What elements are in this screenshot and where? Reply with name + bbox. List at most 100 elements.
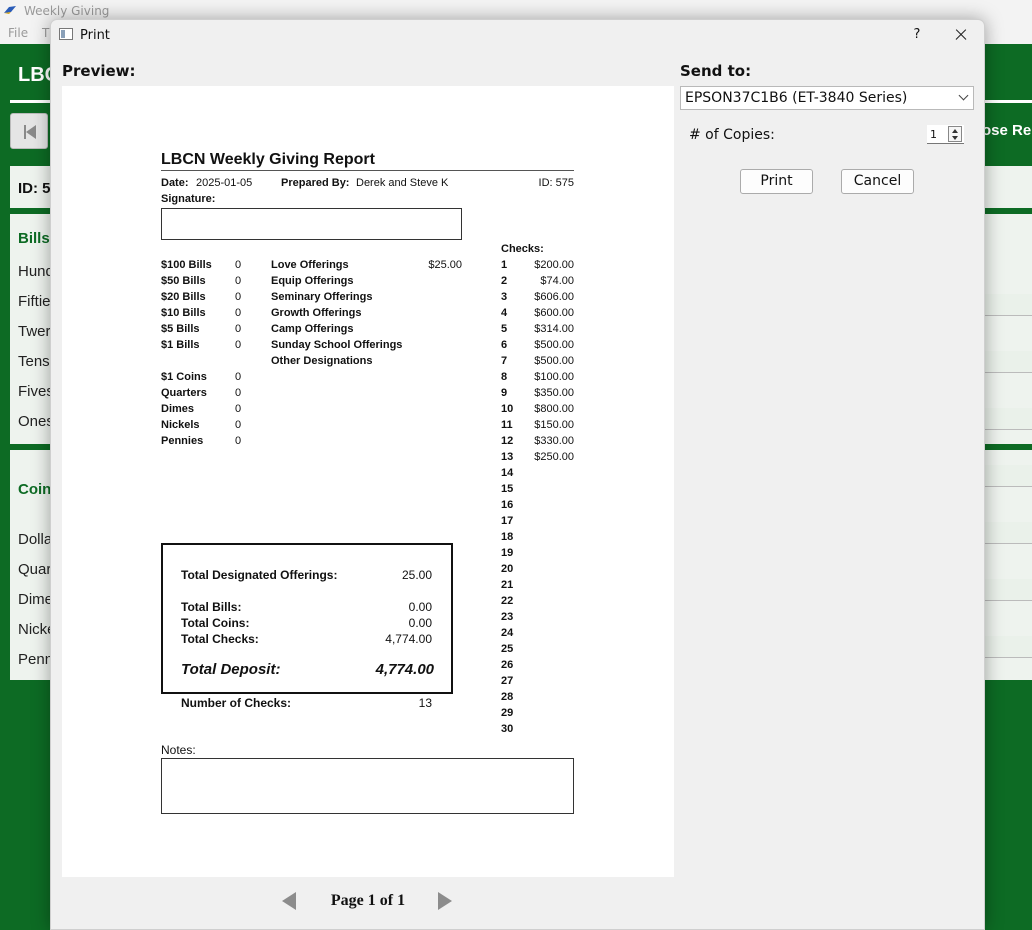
check-number: 5 (501, 323, 508, 335)
report-id: ID: 575 (538, 177, 574, 189)
check-amount: $314.00 (534, 323, 574, 335)
check-amount: $250.00 (534, 451, 574, 463)
date-label: Date: (161, 177, 189, 189)
check-number: 12 (501, 435, 514, 447)
printer-select[interactable]: EPSON37C1B6 (ET-3840 Series) (680, 86, 974, 110)
total-bills-label: Total Bills: (181, 600, 242, 614)
offering-label: Seminary Offerings (271, 291, 373, 303)
app-input-field[interactable] (984, 408, 1032, 430)
check-number: 29 (501, 707, 514, 719)
cancel-button[interactable]: Cancel (841, 169, 914, 194)
check-number: 11 (501, 419, 513, 431)
coin-row-label: Dime (18, 591, 54, 608)
coin-label: Dimes (161, 403, 195, 415)
page-indicator: Page 1 of 1 (330, 892, 406, 909)
chevron-down-icon (958, 90, 969, 101)
check-number: 16 (501, 499, 514, 511)
check-number: 25 (501, 643, 514, 655)
check-number: 26 (501, 659, 514, 671)
coin-value: 0 (235, 371, 242, 383)
signature-label: Signature: (161, 193, 216, 205)
spin-down-icon[interactable] (952, 136, 958, 140)
offering-label: Love Offerings (271, 259, 349, 271)
bill-row-label: Twer (18, 323, 51, 340)
app-input-field[interactable] (984, 465, 1032, 487)
check-number: 21 (501, 579, 514, 591)
prepared-by-value: Derek and Steve K (356, 177, 449, 189)
check-amount: $350.00 (534, 387, 574, 399)
bill-value: 0 (235, 339, 242, 351)
date-value: 2025-01-05 (196, 177, 253, 189)
bill-row-label: Ones (18, 413, 54, 430)
dialog-title: Print (80, 28, 110, 43)
check-number: 4 (501, 307, 508, 319)
close-report-button[interactable]: ose Re (982, 122, 1031, 139)
bill-label: $1 Bills (161, 339, 200, 351)
app-input-field[interactable] (984, 579, 1032, 601)
total-bills-value: 0.00 (408, 600, 432, 614)
app-input-field[interactable] (984, 522, 1032, 544)
total-checks-value: 4,774.00 (385, 632, 432, 646)
check-number: 14 (501, 467, 514, 479)
menu-file[interactable]: File (8, 26, 28, 40)
previous-page-icon[interactable] (282, 892, 296, 910)
checks-label: Checks: (501, 243, 544, 255)
check-number: 18 (501, 531, 514, 543)
help-button[interactable]: ? (907, 26, 927, 46)
check-amount: $74.00 (540, 275, 574, 287)
bill-value: 0 (235, 291, 242, 303)
app-input-field[interactable] (984, 636, 1032, 658)
bill-label: $5 Bills (161, 323, 200, 335)
title-divider (161, 170, 574, 171)
app-input-field[interactable] (984, 351, 1032, 373)
check-number: 23 (501, 611, 514, 623)
check-amount: $330.00 (534, 435, 574, 447)
printer-window-icon (59, 28, 73, 40)
copies-spinner[interactable] (948, 126, 962, 142)
total-coins-label: Total Coins: (181, 616, 250, 630)
copies-label: # of Copies: (689, 127, 775, 143)
preview-label: Preview: (62, 62, 136, 80)
first-record-button[interactable] (10, 113, 48, 149)
check-amount: $100.00 (534, 371, 574, 383)
offering-label: Other Designations (271, 355, 373, 367)
check-amount: $150.00 (534, 419, 574, 431)
coin-row-label: Quar (18, 561, 52, 578)
print-dialog: Print ? Preview: LBCN Weekly Giving Repo… (50, 19, 985, 930)
check-number: 22 (501, 595, 514, 607)
coin-value: 0 (235, 419, 242, 431)
bill-row-label: Fiftie (18, 293, 51, 310)
check-amount: $600.00 (534, 307, 574, 319)
close-icon[interactable] (949, 24, 973, 46)
total-designated-value: 25.00 (401, 568, 432, 582)
record-id-label: ID: 5 (18, 180, 51, 197)
offering-value: $25.00 (428, 259, 462, 271)
offering-label: Sunday School Offerings (271, 339, 403, 351)
check-number: 17 (501, 515, 514, 527)
check-number: 3 (501, 291, 508, 303)
app-input-field[interactable] (984, 294, 1032, 316)
prepared-by-label: Prepared By: (281, 177, 350, 189)
bill-label: $10 Bills (161, 307, 206, 319)
check-amount: $800.00 (534, 403, 574, 415)
bill-row-label: Fives (18, 383, 54, 400)
bill-value: 0 (235, 323, 242, 335)
print-button[interactable]: Print (740, 169, 813, 194)
send-to-label: Send to: (680, 62, 752, 80)
check-number: 15 (501, 483, 514, 495)
bill-value: 0 (235, 275, 242, 287)
bill-row-label: Hund (18, 263, 54, 280)
offering-label: Equip Offerings (271, 275, 354, 287)
signature-box (161, 208, 462, 240)
check-number: 6 (501, 339, 508, 351)
spin-up-icon[interactable] (952, 129, 958, 133)
next-page-icon[interactable] (438, 892, 452, 910)
bill-value: 0 (235, 259, 242, 271)
coin-value: 0 (235, 435, 242, 447)
app-title: Weekly Giving (24, 4, 110, 18)
coin-label: $1 Coins (161, 371, 207, 383)
bill-label: $100 Bills (161, 259, 212, 271)
check-number: 10 (501, 403, 514, 415)
menu-tools[interactable]: T (42, 26, 49, 40)
coin-label: Nickels (161, 419, 200, 431)
